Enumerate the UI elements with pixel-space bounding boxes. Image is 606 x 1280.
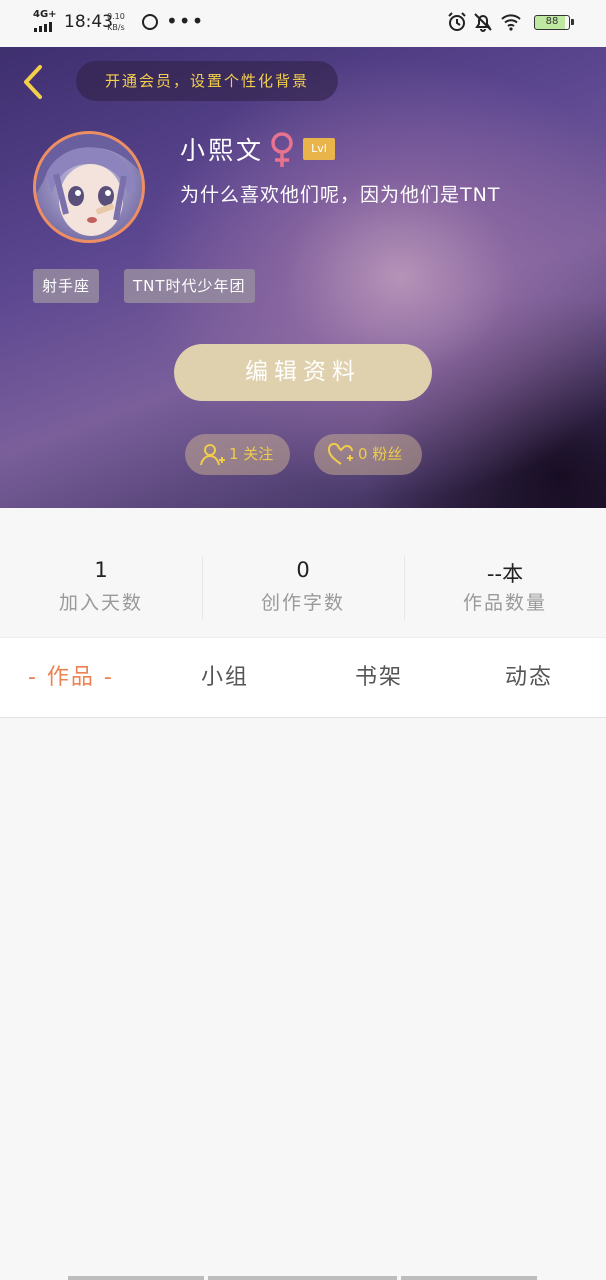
wifi-icon (501, 14, 521, 31)
app-icon (142, 14, 158, 30)
tag-zodiac: 射手座 (33, 269, 100, 303)
follow-button[interactable]: 1 关注 (185, 434, 290, 475)
level-badge: Lvl (303, 138, 335, 160)
stats-panel: 1 加入天数 0 创作字数 --本 作品数量 (0, 508, 606, 637)
clock: 18:43 (64, 12, 113, 32)
fans-button[interactable]: 0 粉丝 (314, 434, 422, 475)
stat-label: 作品数量 (462, 592, 547, 614)
network-speed: 0.10 KB/s (107, 11, 125, 33)
stat-join-days: 1 加入天数 (0, 558, 202, 615)
stat-value: 1 (94, 558, 108, 582)
fans-count-label: 0 粉丝 (358, 445, 403, 463)
nav-hint-bar (68, 1276, 204, 1280)
back-icon[interactable] (18, 63, 48, 101)
bio-text: 为什么喜欢他们呢，因为他们是TNT (180, 184, 501, 206)
speed-value: 0.10 (107, 12, 125, 21)
mute-icon (474, 13, 492, 32)
network-type: 4G+ (33, 9, 57, 20)
user-add-icon (200, 444, 225, 466)
tab-activity[interactable]: 动态 (505, 638, 553, 718)
battery-icon: 88 (534, 15, 574, 30)
tab-bookshelf[interactable]: 书架 (355, 638, 403, 718)
heart-icon (328, 443, 353, 465)
stat-value: 0 (296, 558, 310, 582)
profile-header: 开通会员，设置个性化背景 小熙文 Lvl 为什么喜欢他们呢，因为他们是TNT 射… (0, 47, 606, 508)
signal-icon (34, 22, 58, 32)
speed-unit: KB/s (107, 23, 125, 32)
tab-content (0, 718, 606, 1280)
status-icons: 88 (446, 11, 576, 35)
status-bar: 4G+ 18:43 0.10 KB/s ••• 88 (0, 0, 606, 47)
avatar-illustration (36, 134, 142, 236)
female-gender-icon (271, 132, 293, 167)
tab-groups[interactable]: 小组 (201, 638, 249, 718)
tag-group: TNT时代少年团 (124, 269, 255, 303)
stat-word-count: 0 创作字数 (202, 558, 404, 615)
stat-label: 创作字数 (260, 592, 345, 614)
avatar[interactable] (33, 131, 145, 243)
stat-works-count: --本 作品数量 (404, 558, 606, 615)
stat-value: --本 (486, 562, 524, 586)
stat-label: 加入天数 (58, 592, 143, 614)
tab-works[interactable]: - 作品 - (28, 638, 114, 718)
vip-banner[interactable]: 开通会员，设置个性化背景 (76, 61, 338, 101)
nav-hint-bar (401, 1276, 537, 1280)
follow-count-label: 1 关注 (229, 445, 274, 463)
username: 小熙文 (180, 136, 265, 165)
nav-hint-bar (208, 1276, 397, 1280)
more-icon: ••• (166, 9, 205, 33)
alarm-icon (448, 12, 466, 31)
edit-profile-button[interactable]: 编辑资料 (174, 344, 432, 401)
profile-tabs: - 作品 - 小组 书架 动态 (0, 637, 606, 718)
